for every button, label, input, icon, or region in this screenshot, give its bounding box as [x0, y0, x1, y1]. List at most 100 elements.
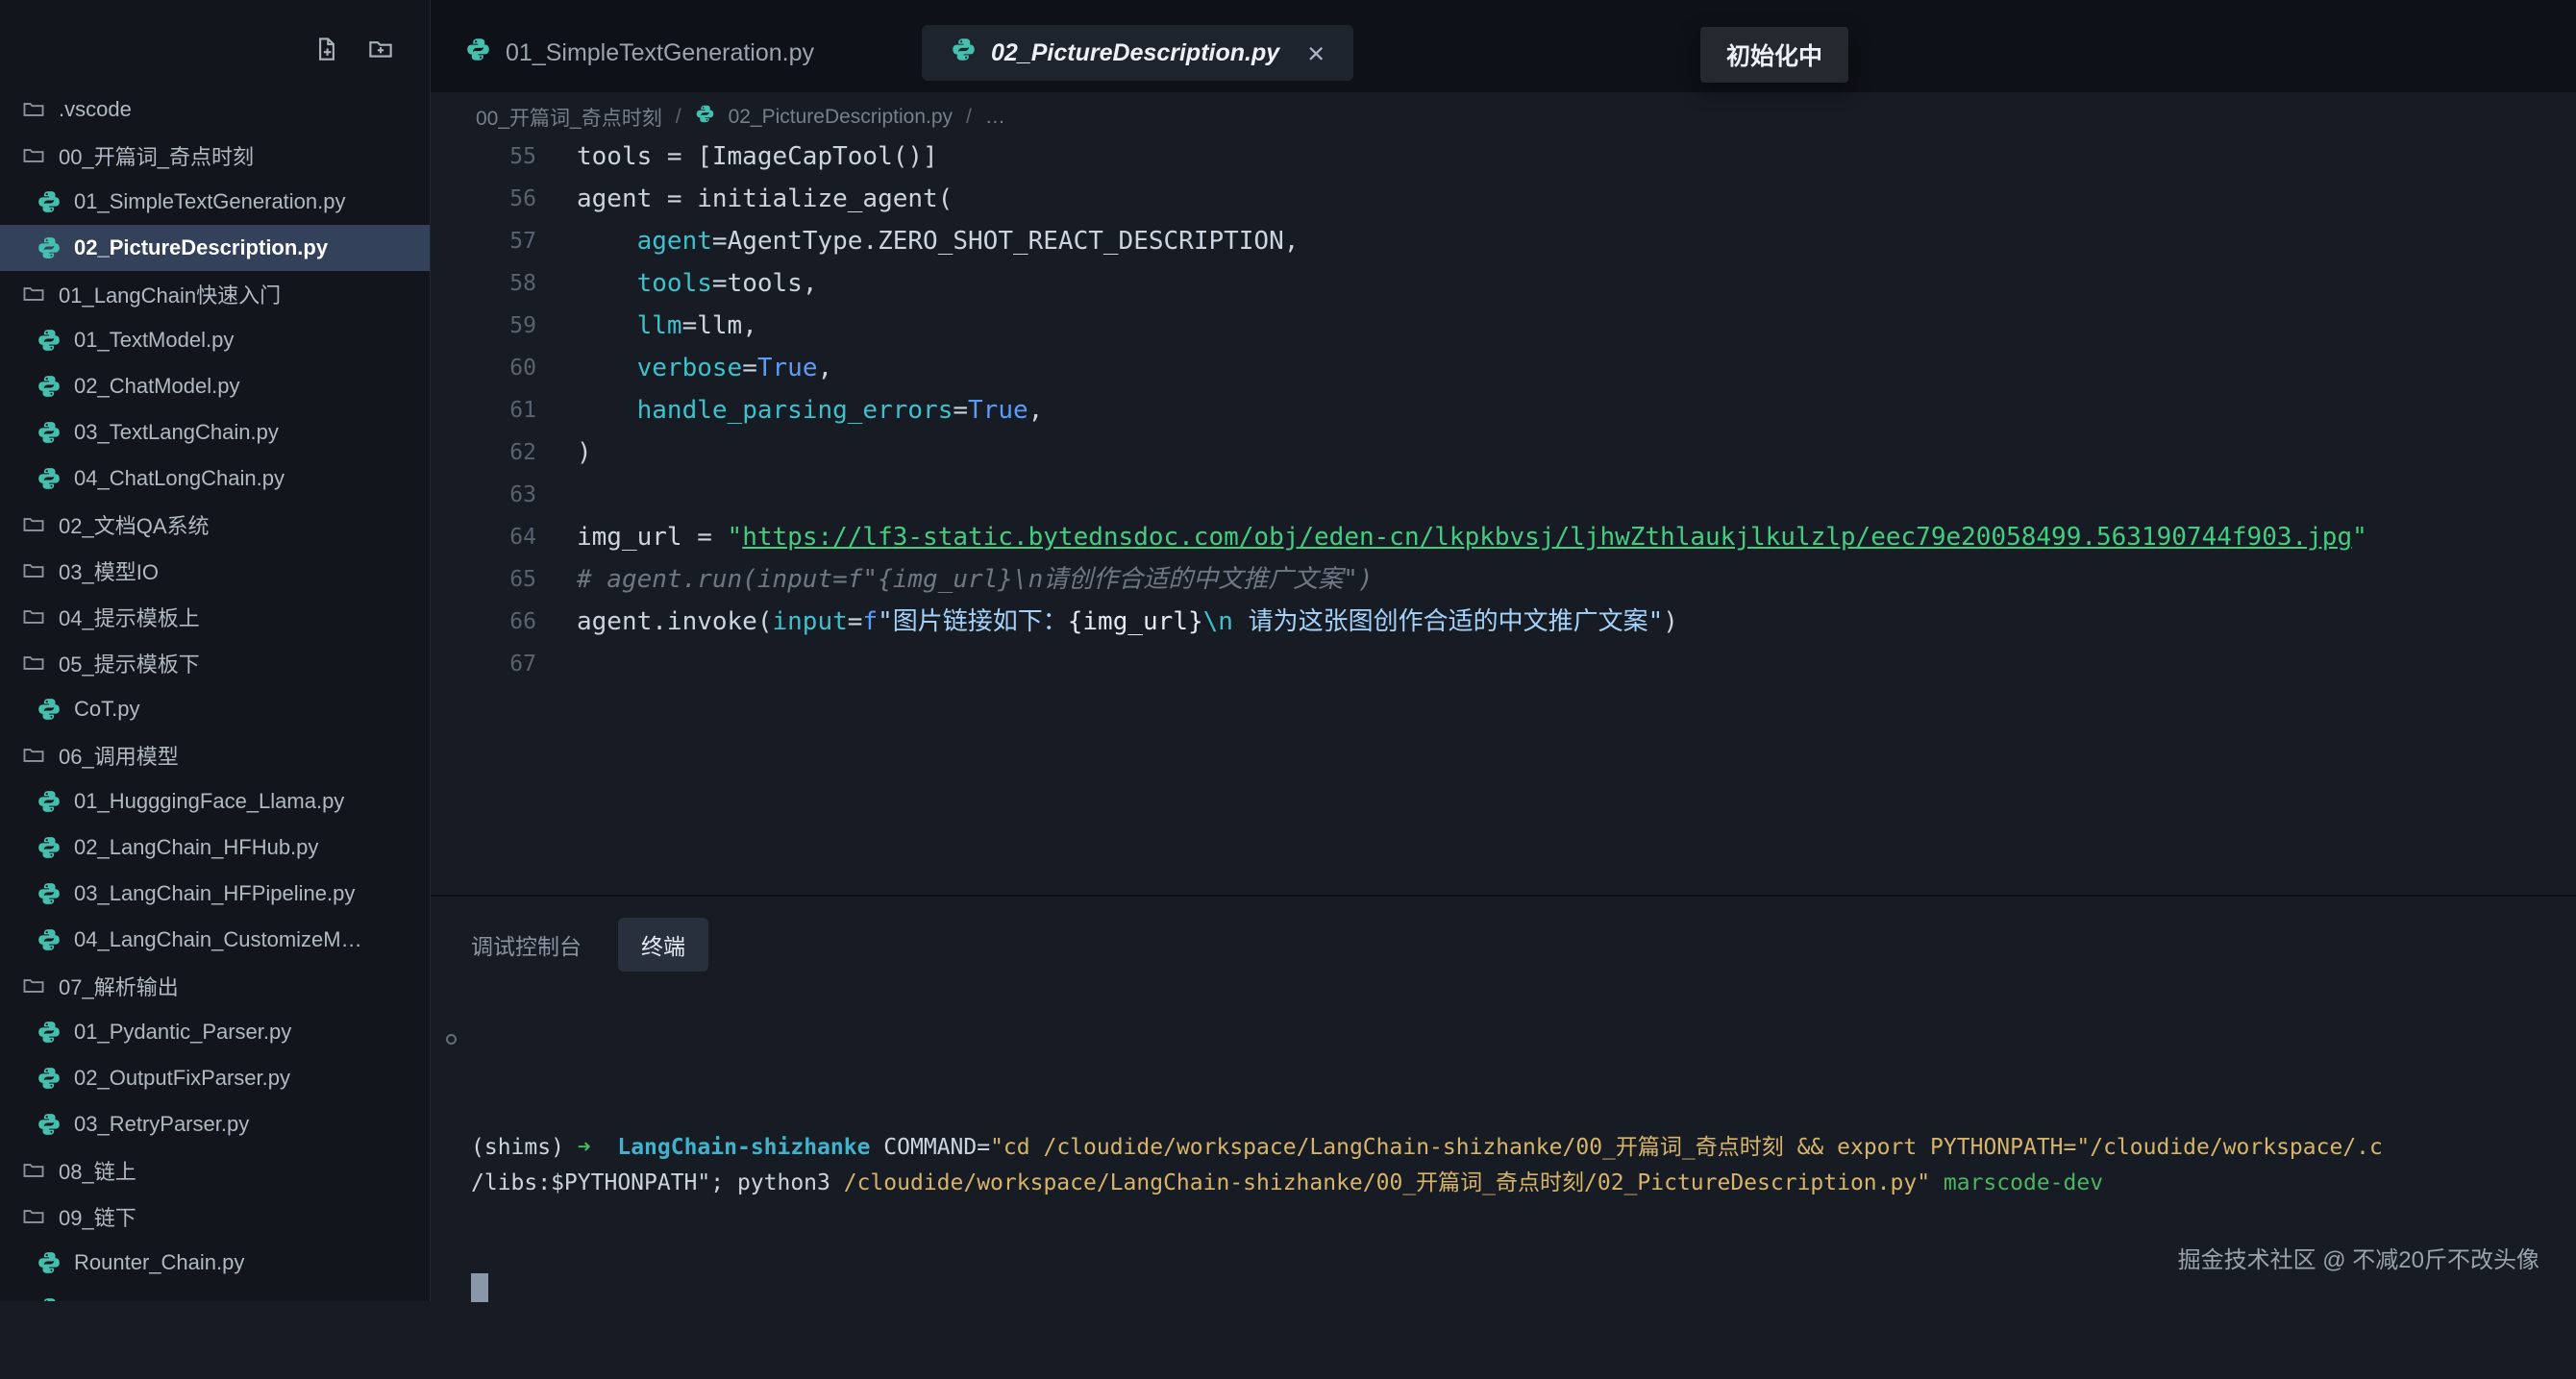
- close-icon[interactable]: ×: [1307, 38, 1325, 68]
- folder-icon: [21, 651, 46, 676]
- terminal-output[interactable]: (shims) ➜ LangChain-shizhanke COMMAND="c…: [471, 1023, 2547, 1379]
- explorer-actions: [312, 35, 395, 63]
- new-file-button[interactable]: [312, 35, 341, 63]
- file-tree-item[interactable]: 01_LangChain快速入门: [0, 271, 430, 317]
- terminal-line: (shims) ➜ LangChain-shizhanke COMMAND="c…: [471, 1130, 2547, 1166]
- file-tree-item[interactable]: [0, 1286, 430, 1301]
- command-status-icon: [446, 1034, 457, 1045]
- breadcrumb-folder[interactable]: 00_开篇词_奇点时刻: [476, 103, 662, 132]
- file-name: 02_ChatModel.py: [74, 374, 239, 399]
- file-name: 02_OutputFixParser.py: [74, 1066, 290, 1091]
- file-tree-item[interactable]: 02_文档QA系统: [0, 502, 430, 548]
- line-number: 60: [431, 347, 536, 389]
- line-number: 66: [431, 601, 536, 643]
- file-name: 03_模型IO: [59, 555, 159, 586]
- file-tree-item[interactable]: 04_ChatLongChain.py: [0, 456, 430, 502]
- watermark-text: 掘金技术社区 @ 不减20斤不改头像: [2178, 1241, 2539, 1274]
- folder-icon: [21, 743, 46, 768]
- panel-tab-bar: 调试控制台 终端: [471, 918, 2576, 972]
- code-line: 57 agent=AgentType.ZERO_SHOT_REACT_DESCR…: [431, 220, 2576, 262]
- line-number: 59: [431, 305, 536, 347]
- file-tree-item[interactable]: 07_解析输出: [0, 963, 430, 1009]
- file-name: 03_RetryParser.py: [74, 1112, 249, 1137]
- file-name: 04_ChatLongChain.py: [74, 466, 285, 491]
- new-file-icon: [312, 35, 341, 63]
- file-name: 04_LangChain_CustomizeM…: [74, 927, 362, 952]
- file-tree-item[interactable]: 03_LangChain_HFPipeline.py: [0, 871, 430, 917]
- line-number: 57: [431, 220, 536, 262]
- file-tree-item[interactable]: 02_PictureDescription.py: [0, 225, 430, 271]
- folder-icon: [21, 973, 46, 998]
- file-name: 03_TextLangChain.py: [74, 420, 279, 445]
- file-name: 08_链上: [59, 1155, 136, 1186]
- python-icon: [465, 37, 491, 62]
- file-tree-item[interactable]: 01_HugggingFace_Llama.py: [0, 778, 430, 825]
- python-icon: [37, 1020, 62, 1045]
- file-tree-item[interactable]: 08_链上: [0, 1147, 430, 1194]
- file-tree-item[interactable]: 02_OutputFixParser.py: [0, 1055, 430, 1101]
- python-icon: [37, 927, 62, 952]
- code-editor[interactable]: 55tools = [ImageCapTool()]56agent = init…: [431, 141, 2576, 895]
- breadcrumb-file[interactable]: 02_PictureDescription.py: [729, 106, 953, 129]
- python-icon: [37, 1296, 62, 1301]
- file-tree-item[interactable]: .vscode: [0, 86, 430, 133]
- file-tree-item[interactable]: CoT.py: [0, 686, 430, 732]
- python-icon: [37, 374, 62, 399]
- file-name: CoT.py: [74, 697, 139, 722]
- code-line: 59 llm=llm,: [431, 305, 2576, 347]
- code-line: 61 handle_parsing_errors=True,: [431, 389, 2576, 431]
- python-icon: [37, 466, 62, 491]
- line-number: 67: [431, 643, 536, 685]
- breadcrumb-more[interactable]: …: [985, 106, 1005, 129]
- file-tree-item[interactable]: 01_Pydantic_Parser.py: [0, 1009, 430, 1055]
- file-tree-item[interactable]: 03_RetryParser.py: [0, 1101, 430, 1147]
- file-tree-item[interactable]: 03_TextLangChain.py: [0, 409, 430, 456]
- file-tree-item[interactable]: 06_调用模型: [0, 732, 430, 778]
- new-folder-button[interactable]: [366, 35, 395, 63]
- file-tree-item[interactable]: Rounter_Chain.py: [0, 1240, 430, 1286]
- folder-icon: [21, 558, 46, 583]
- python-icon: [37, 835, 62, 860]
- file-tree-item[interactable]: 09_链下: [0, 1194, 430, 1240]
- file-tree-item[interactable]: 03_模型IO: [0, 548, 430, 594]
- line-number: 55: [431, 141, 536, 178]
- file-tree-item[interactable]: 04_提示模板上: [0, 594, 430, 640]
- file-tree-item[interactable]: 01_SimpleTextGeneration.py: [0, 179, 430, 225]
- tab-label: 01_SimpleTextGeneration.py: [506, 39, 814, 67]
- file-name: 00_开篇词_奇点时刻: [59, 140, 254, 171]
- code-line: 62): [431, 431, 2576, 474]
- file-tree-item[interactable]: 02_LangChain_HFHub.py: [0, 825, 430, 871]
- file-tree-item[interactable]: 00_开篇词_奇点时刻: [0, 133, 430, 179]
- folder-icon: [21, 512, 46, 537]
- python-icon: [37, 1112, 62, 1137]
- code-line: 66agent.invoke(input=f"图片链接如下：{img_url}\…: [431, 601, 2576, 643]
- file-tree-item[interactable]: 02_ChatModel.py: [0, 363, 430, 409]
- line-number: 63: [431, 474, 536, 516]
- breadcrumb-separator: /: [676, 106, 681, 129]
- file-name: .vscode: [59, 97, 132, 122]
- python-icon: [37, 189, 62, 214]
- panel-tab-debug-console[interactable]: 调试控制台: [471, 928, 582, 961]
- terminal-line: /libs:$PYTHONPATH"; python3 /cloudide/wo…: [471, 1166, 2547, 1201]
- file-name: 09_链下: [59, 1201, 136, 1232]
- python-icon: [951, 37, 977, 62]
- file-tree-item[interactable]: 04_LangChain_CustomizeM…: [0, 917, 430, 963]
- tab-01-simpletextgeneration-py[interactable]: 01_SimpleTextGeneration.py: [431, 25, 849, 81]
- line-number: 56: [431, 178, 536, 220]
- line-number: 62: [431, 431, 536, 474]
- file-name: 07_解析输出: [59, 971, 179, 1001]
- file-tree-item[interactable]: 01_TextModel.py: [0, 317, 430, 363]
- file-tree-item[interactable]: 05_提示模板下: [0, 640, 430, 686]
- python-icon: [37, 235, 62, 260]
- file-name: 01_Pydantic_Parser.py: [74, 1020, 291, 1045]
- tab-02-picturedescription-py[interactable]: 02_PictureDescription.py ×: [922, 25, 1353, 81]
- python-icon: [37, 328, 62, 353]
- code-line: 55tools = [ImageCapTool()]: [431, 141, 2576, 178]
- breadcrumb-separator: /: [966, 106, 972, 129]
- python-icon: [37, 697, 62, 722]
- code-line: 60 verbose=True,: [431, 347, 2576, 389]
- python-icon: [37, 1250, 62, 1275]
- code-line: 67: [431, 643, 2576, 685]
- panel-tab-terminal[interactable]: 终端: [618, 918, 708, 972]
- folder-icon: [21, 282, 46, 307]
